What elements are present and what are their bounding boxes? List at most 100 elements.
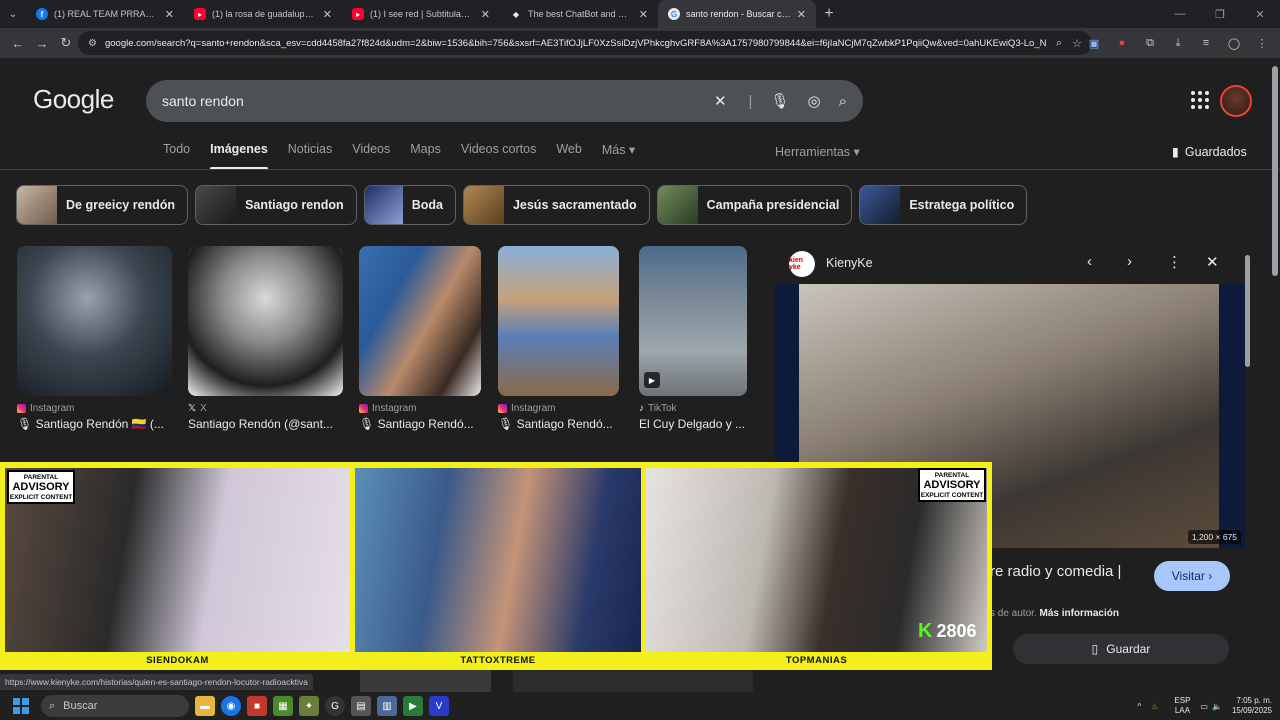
browser-tab-active[interactable]: G santo rendon - Buscar con Goog ✕ [658,0,816,28]
clear-icon[interactable]: ✕ [714,92,727,110]
lens-camera-icon[interactable]: ◎ [808,92,821,110]
result-image[interactable] [188,246,343,396]
volume-icon[interactable]: 🔈 [1212,702,1222,711]
translate-icon[interactable]: ▣ [1082,31,1106,55]
tab-videos-cortos[interactable]: Videos cortos [461,142,537,170]
browser-tab[interactable]: ◆ The best ChatBot and Widgets ✕ [500,0,658,28]
media-icon[interactable]: ≡ [1194,31,1218,55]
app-icon[interactable]: V [429,696,449,716]
tab-imagenes[interactable]: Imágenes [210,142,268,170]
minimize-icon[interactable]: — [1160,0,1200,28]
google-apps-icon[interactable] [1191,91,1209,109]
chip[interactable]: Estratega político [859,185,1028,225]
browser-tab[interactable]: ▸ (1) la rosa de guadalupe primera ✕ [184,0,342,28]
language-indicator[interactable]: ESP LAA [1174,696,1190,715]
chrome-icon[interactable]: ◉ [221,696,241,716]
close-tab-icon[interactable]: ✕ [797,8,806,21]
app-icon[interactable]: ■ [247,696,267,716]
back-icon[interactable]: ← [6,31,30,55]
close-window-icon[interactable]: ✕ [1240,0,1280,28]
google-logo[interactable]: Google [33,84,114,115]
page-scrollbar[interactable] [1270,58,1280,692]
forward-icon[interactable]: → [30,31,54,55]
image-result[interactable] [513,670,753,692]
network-icon[interactable]: ▭ [1200,702,1208,711]
microphone-icon[interactable]: 🎙 [770,92,789,110]
scrollbar-thumb[interactable] [1245,255,1250,367]
panel-scrollbar[interactable] [1244,243,1252,673]
maximize-icon[interactable]: ❐ [1200,0,1240,28]
close-panel-icon[interactable]: ✕ [1206,253,1219,271]
preview-title[interactable]: re radio y comedia | [990,563,1121,580]
result-image[interactable] [17,246,172,396]
tab-mas[interactable]: Más ▾ [602,142,635,170]
app-icon[interactable]: ✦ [299,696,319,716]
result-image[interactable] [498,246,619,396]
profile-icon[interactable]: ◯ [1222,31,1246,55]
tab-maps[interactable]: Maps [410,142,441,170]
tools-button[interactable]: Herramientas ▾ [775,144,860,159]
image-result[interactable]: Instagram 🎙 Santiago Rendón 🇨🇴 (... [17,246,172,431]
zoom-icon[interactable]: ⌕ [1056,37,1062,50]
image-result[interactable]: ♪ TikTok El Cuy Delgado y ... [639,246,747,431]
search-icon[interactable]: ⌕ [839,93,847,110]
chip[interactable]: Santiago rendon [195,185,357,225]
address-bar[interactable]: ⚙ google.com/search?q=santo+rendon&sca_e… [78,31,1092,55]
save-button[interactable]: ▯ Guardar [1013,634,1229,664]
search-box[interactable]: santo rendon ✕ | 🎙 ◎ ⌕ [146,80,863,122]
result-title[interactable]: Santiago Rendón (@sant... [188,417,343,431]
image-result[interactable] [360,670,491,692]
site-logo[interactable]: kien yke [789,251,815,277]
taskbar-search[interactable]: ⌕ Buscar [41,695,189,717]
search-input[interactable]: santo rendon [162,93,696,109]
chip[interactable]: De greeicy rendón [16,185,189,225]
chip[interactable]: Boda [363,185,456,225]
chevron-up-icon[interactable]: ^ [1137,702,1141,711]
minecraft-icon[interactable]: ▦ [273,696,293,716]
browser-tab[interactable]: f (1) REAL TEAM PRRASI | Facebook ✕ [26,0,184,28]
visit-button[interactable]: Visitar › [1154,561,1230,591]
image-result[interactable]: Instagram 🎙 Santiago Rendó... [498,246,619,431]
close-tab-icon[interactable]: ✕ [481,8,490,21]
tab-todo[interactable]: Todo [163,142,190,170]
menu-icon[interactable]: ⋮ [1250,31,1274,55]
app-icon[interactable]: ▥ [377,696,397,716]
tray-app-icon[interactable]: ♨ [1151,702,1158,711]
tab-videos[interactable]: Videos [352,142,390,170]
clock[interactable]: 7:05 p. m. 15/09/2025 [1232,696,1272,717]
chip[interactable]: Campaña presidencial [656,185,853,225]
extension-record-icon[interactable]: ● [1110,31,1134,55]
tab-search-icon[interactable]: ⌄ [0,0,26,28]
scrollbar-thumb[interactable] [1272,66,1278,276]
tab-web[interactable]: Web [556,142,581,170]
chip[interactable]: Jesús sacramentado [462,185,650,225]
windows-start-icon[interactable] [13,698,29,714]
download-icon[interactable]: ⤓ [1166,31,1190,55]
tab-noticias[interactable]: Noticias [288,142,332,170]
image-result[interactable]: Instagram 🎙 Santiago Rendó... [359,246,481,431]
result-title[interactable]: El Cuy Delgado y ... [639,417,747,431]
reload-icon[interactable]: ↻ [54,31,78,55]
more-options-icon[interactable]: ⋮ [1167,253,1182,271]
app-icon[interactable]: ▶ [403,696,423,716]
extensions-icon[interactable]: ⧉ [1138,31,1162,55]
image-result[interactable]: 𝕏X Santiago Rendón (@sant... [188,246,343,431]
result-image[interactable] [359,246,481,396]
close-tab-icon[interactable]: ✕ [639,8,648,21]
avatar[interactable] [1220,85,1252,117]
next-icon[interactable]: › [1127,253,1132,270]
result-title[interactable]: 🎙 Santiago Rendó... [498,417,619,431]
file-explorer-icon[interactable]: ▬ [195,696,215,716]
app-icon[interactable]: ▤ [351,696,371,716]
result-title[interactable]: 🎙 Santiago Rendó... [359,417,481,431]
browser-tab[interactable]: ▸ (1) I see red | Subtitulada (espa ✕ [342,0,500,28]
close-tab-icon[interactable]: ✕ [165,8,174,21]
site-name[interactable]: KienyKe [826,256,873,270]
result-title[interactable]: 🎙 Santiago Rendón 🇨🇴 (... [17,417,172,431]
new-tab-icon[interactable]: + [816,0,842,28]
app-icon[interactable]: G [325,696,345,716]
saved-button[interactable]: ▮ Guardados [1172,144,1247,159]
more-info-link[interactable]: Más información [1039,608,1118,619]
site-info-icon[interactable]: ⚙ [88,38,97,49]
close-tab-icon[interactable]: ✕ [323,8,332,21]
